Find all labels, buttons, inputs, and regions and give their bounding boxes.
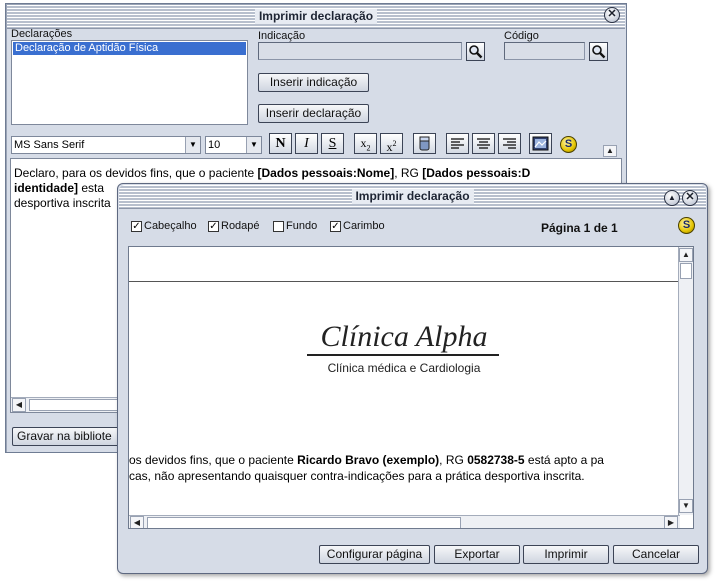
list-item[interactable]: Declaração de Aptidão Física bbox=[13, 42, 246, 55]
font-size-value: 10 bbox=[208, 139, 221, 151]
preview-patient-name: Ricardo Bravo (exemplo) bbox=[297, 453, 440, 467]
checkbox[interactable]: ✓ bbox=[131, 221, 142, 232]
align-right-icon bbox=[503, 138, 516, 149]
image-icon bbox=[532, 136, 549, 151]
editor-field-nome: [Dados pessoais:Nome] bbox=[257, 166, 395, 180]
scroll-up-icon[interactable]: ▲ bbox=[679, 248, 693, 262]
close-icon[interactable]: ✕ bbox=[682, 190, 698, 206]
imprimir-button[interactable]: Imprimir bbox=[523, 545, 609, 564]
codigo-field[interactable] bbox=[504, 42, 585, 60]
italic-button[interactable]: I bbox=[295, 133, 318, 154]
option-label: Cabeçalho bbox=[144, 220, 197, 232]
scroll-right-icon[interactable]: ▶ bbox=[664, 516, 678, 528]
scroll-left-icon[interactable]: ◀ bbox=[130, 516, 144, 528]
preview-text: está apto a pa bbox=[524, 453, 604, 467]
scroll-thumb[interactable] bbox=[680, 263, 692, 279]
gravar-biblioteca-button[interactable]: Gravar na bibliote bbox=[12, 427, 132, 446]
preview-text: cas, não apresentando quaisquer contra-i… bbox=[129, 469, 585, 483]
main-window-title: Imprimir declaração bbox=[254, 9, 378, 24]
font-select-value: MS Sans Serif bbox=[14, 139, 85, 151]
indicacao-label: Indicação bbox=[258, 30, 306, 42]
insert-image-button[interactable] bbox=[529, 133, 552, 154]
scroll-thumb[interactable] bbox=[147, 517, 461, 528]
align-center-icon bbox=[477, 138, 490, 149]
dialog-title: Imprimir declaração bbox=[351, 189, 474, 204]
page-indicator: Página 1 de 1 bbox=[541, 221, 618, 235]
editor-text: , RG bbox=[394, 166, 423, 180]
preview-vscrollbar[interactable]: ▲ ▼ bbox=[678, 247, 693, 515]
checkbox[interactable]: ✓ bbox=[208, 221, 219, 232]
main-titlebar[interactable]: Imprimir declaração bbox=[7, 5, 625, 29]
checkbox[interactable]: ✓ bbox=[330, 221, 341, 232]
collapse-icon[interactable]: ▲ bbox=[664, 190, 680, 206]
close-icon[interactable]: ✕ bbox=[604, 7, 620, 23]
spellcheck-icon[interactable]: S bbox=[560, 136, 577, 153]
codigo-label: Código bbox=[504, 30, 539, 42]
chevron-down-icon[interactable]: ▼ bbox=[185, 137, 200, 153]
clear-format-button[interactable] bbox=[413, 133, 436, 154]
font-select[interactable]: MS Sans Serif ▼ bbox=[11, 136, 201, 154]
cancelar-button[interactable]: Cancelar bbox=[613, 545, 699, 564]
codigo-search-button[interactable] bbox=[589, 42, 608, 61]
font-size-select[interactable]: 10 ▼ bbox=[205, 136, 262, 154]
search-icon bbox=[592, 45, 606, 59]
subscript-button[interactable]: x2 bbox=[354, 133, 377, 154]
declaracoes-label: Declarações bbox=[11, 28, 73, 40]
configurar-pagina-button[interactable]: Configurar página bbox=[319, 545, 430, 564]
preview-rg: 0582738-5 bbox=[467, 453, 525, 467]
preview-hscrollbar[interactable]: ◀ ▶ bbox=[129, 515, 680, 528]
page-header-divider bbox=[129, 281, 679, 282]
spellcheck-icon[interactable]: S bbox=[678, 217, 695, 234]
preview-text: os devidos fins, que o paciente bbox=[129, 453, 298, 467]
indicacao-field[interactable] bbox=[258, 42, 462, 60]
declaracoes-list[interactable]: Declaração de Aptidão Física bbox=[11, 40, 248, 125]
align-right-button[interactable] bbox=[498, 133, 521, 154]
checkbox[interactable] bbox=[273, 221, 284, 232]
preview-text: , RG bbox=[439, 453, 468, 467]
clinic-logo-name: Clínica Alpha bbox=[320, 320, 488, 353]
clinic-logo-underline bbox=[307, 354, 499, 356]
editor-text: esta bbox=[78, 181, 105, 195]
dialog-titlebar[interactable]: Imprimir declaração bbox=[119, 185, 706, 209]
print-preview[interactable]: Clínica Alpha Clínica médica e Cardiolog… bbox=[128, 246, 694, 529]
editor-text: Declaro, para os devidos fins, que o pac… bbox=[14, 166, 258, 180]
option-label: Fundo bbox=[286, 220, 318, 232]
align-left-icon bbox=[451, 138, 464, 149]
option-label: Rodapé bbox=[221, 220, 260, 232]
inserir-declaracao-button[interactable]: Inserir declaração bbox=[258, 104, 369, 123]
collapse-up-button[interactable]: ▲ bbox=[603, 145, 617, 157]
editor-text: desportiva inscrita bbox=[14, 196, 111, 210]
indicacao-search-button[interactable] bbox=[466, 42, 485, 61]
exportar-button[interactable]: Exportar bbox=[434, 545, 520, 564]
chevron-down-icon[interactable]: ▼ bbox=[246, 137, 261, 153]
superscript-button[interactable]: x2 bbox=[380, 133, 403, 154]
strike-button[interactable]: S bbox=[321, 133, 344, 154]
editor-field-documento: [Dados pessoais:D bbox=[422, 166, 531, 180]
search-icon bbox=[469, 45, 483, 59]
inserir-indicacao-button[interactable]: Inserir indicação bbox=[258, 73, 369, 92]
bold-button[interactable]: N bbox=[269, 133, 292, 154]
scroll-down-icon[interactable]: ▼ bbox=[679, 499, 693, 513]
editor-field-identidade: identidade] bbox=[14, 181, 79, 195]
eraser-icon bbox=[419, 136, 430, 151]
clinic-subtitle: Clínica médica e Cardiologia bbox=[327, 361, 481, 375]
align-center-button[interactable] bbox=[472, 133, 495, 154]
align-left-button[interactable] bbox=[446, 133, 469, 154]
option-label: Carimbo bbox=[343, 220, 385, 232]
scroll-left-icon[interactable]: ◀ bbox=[12, 398, 26, 412]
